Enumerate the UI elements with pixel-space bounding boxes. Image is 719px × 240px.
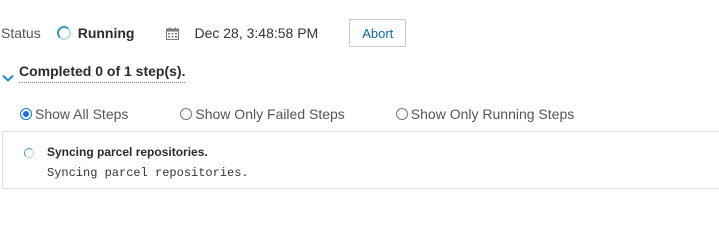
chevron-down-icon — [2, 69, 14, 82]
steps-toggle[interactable]: Completed 0 of 1 step(s). — [2, 63, 186, 83]
radio-checked-icon[interactable] — [20, 108, 32, 120]
radio-unchecked-icon[interactable] — [395, 108, 408, 120]
status-label: Status — [1, 25, 41, 41]
steps-list: Syncing parcel repositories. Syncing par… — [2, 131, 719, 189]
calendar-icon — [166, 27, 180, 40]
start-time: Dec 28, 3:48:58 PM — [194, 25, 319, 41]
step-title: Syncing parcel repositories. — [47, 145, 208, 159]
spinner-icon — [24, 148, 34, 158]
filter-label: Show Only Failed Steps — [195, 106, 345, 122]
spinner-icon — [56, 26, 71, 40]
step-detail: Syncing parcel repositories. — [47, 166, 249, 180]
filter-show-all[interactable]: Show All Steps — [20, 106, 128, 122]
status-value: Running — [77, 25, 135, 41]
filter-show-running[interactable]: Show Only Running Steps — [395, 106, 575, 122]
abort-button[interactable]: Abort — [349, 19, 407, 47]
steps-summary[interactable]: Completed 0 of 1 step(s). — [19, 63, 186, 83]
filter-label: Show All Steps — [35, 106, 129, 122]
filter-label: Show Only Running Steps — [410, 106, 575, 122]
command-status-bar: Status Running Dec 28, 3:48:58 PM Abort — [0, 17, 407, 49]
step-filter-group: Show All Steps Show Only Failed Steps Sh… — [20, 104, 574, 124]
radio-unchecked-icon[interactable] — [180, 108, 193, 120]
filter-show-failed[interactable]: Show Only Failed Steps — [180, 106, 345, 122]
